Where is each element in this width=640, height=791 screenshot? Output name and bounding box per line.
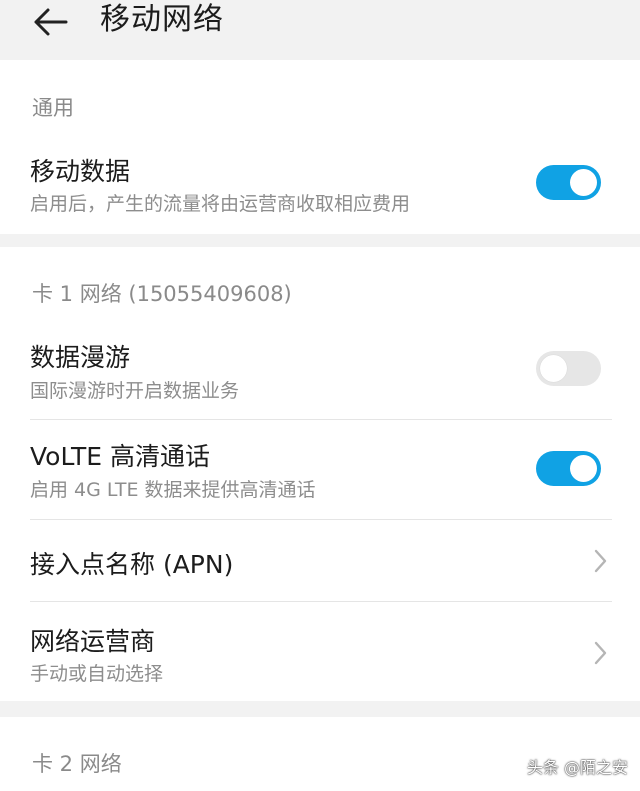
data-roaming-toggle[interactable] <box>536 351 601 386</box>
toggle-knob <box>570 455 597 482</box>
sim1-section: 卡 1 网络 (15055409608) 数据漫游 国际漫游时开启数据业务 Vo… <box>0 247 640 701</box>
mobile-data-subtitle: 启用后，产生的流量将由运营商收取相应费用 <box>30 193 411 215</box>
app-bar: 移动网络 <box>0 0 640 60</box>
volte-toggle[interactable] <box>536 451 601 486</box>
data-roaming-subtitle: 国际漫游时开启数据业务 <box>30 380 240 402</box>
arrow-left-icon <box>34 8 68 36</box>
volte-title: VoLTE 高清通话 <box>30 442 210 471</box>
network-operator-subtitle: 手动或自动选择 <box>30 663 164 685</box>
network-operator-title: 网络运营商 <box>30 627 156 656</box>
section-header-sim2: 卡 2 网络 <box>32 752 122 776</box>
section-header-sim1: 卡 1 网络 (15055409608) <box>32 282 292 306</box>
data-roaming-row[interactable]: 数据漫游 国际漫游时开启数据业务 <box>0 331 640 419</box>
page-title: 移动网络 <box>100 2 224 37</box>
mobile-data-title: 移动数据 <box>30 157 131 186</box>
data-roaming-title: 数据漫游 <box>30 343 131 372</box>
chevron-right-icon <box>594 549 607 573</box>
apn-title: 接入点名称 (APN) <box>30 550 234 579</box>
back-button[interactable] <box>26 0 74 44</box>
mobile-data-row[interactable]: 移动数据 启用后，产生的流量将由运营商收取相应费用 <box>0 144 640 218</box>
chevron-right-icon <box>594 641 607 665</box>
watermark: 头条 @陌之安 <box>526 758 628 777</box>
mobile-data-toggle[interactable] <box>536 165 601 200</box>
volte-subtitle: 启用 4G LTE 数据来提供高清通话 <box>30 479 316 501</box>
apn-row[interactable]: 接入点名称 (APN) <box>0 520 640 601</box>
network-operator-row[interactable]: 网络运营商 手动或自动选择 <box>0 602 640 701</box>
toggle-knob <box>540 355 567 382</box>
section-header-general: 通用 <box>32 96 74 120</box>
toggle-knob <box>570 169 597 196</box>
volte-row[interactable]: VoLTE 高清通话 启用 4G LTE 数据来提供高清通话 <box>0 420 640 519</box>
general-section: 通用 移动数据 启用后，产生的流量将由运营商收取相应费用 <box>0 60 640 234</box>
